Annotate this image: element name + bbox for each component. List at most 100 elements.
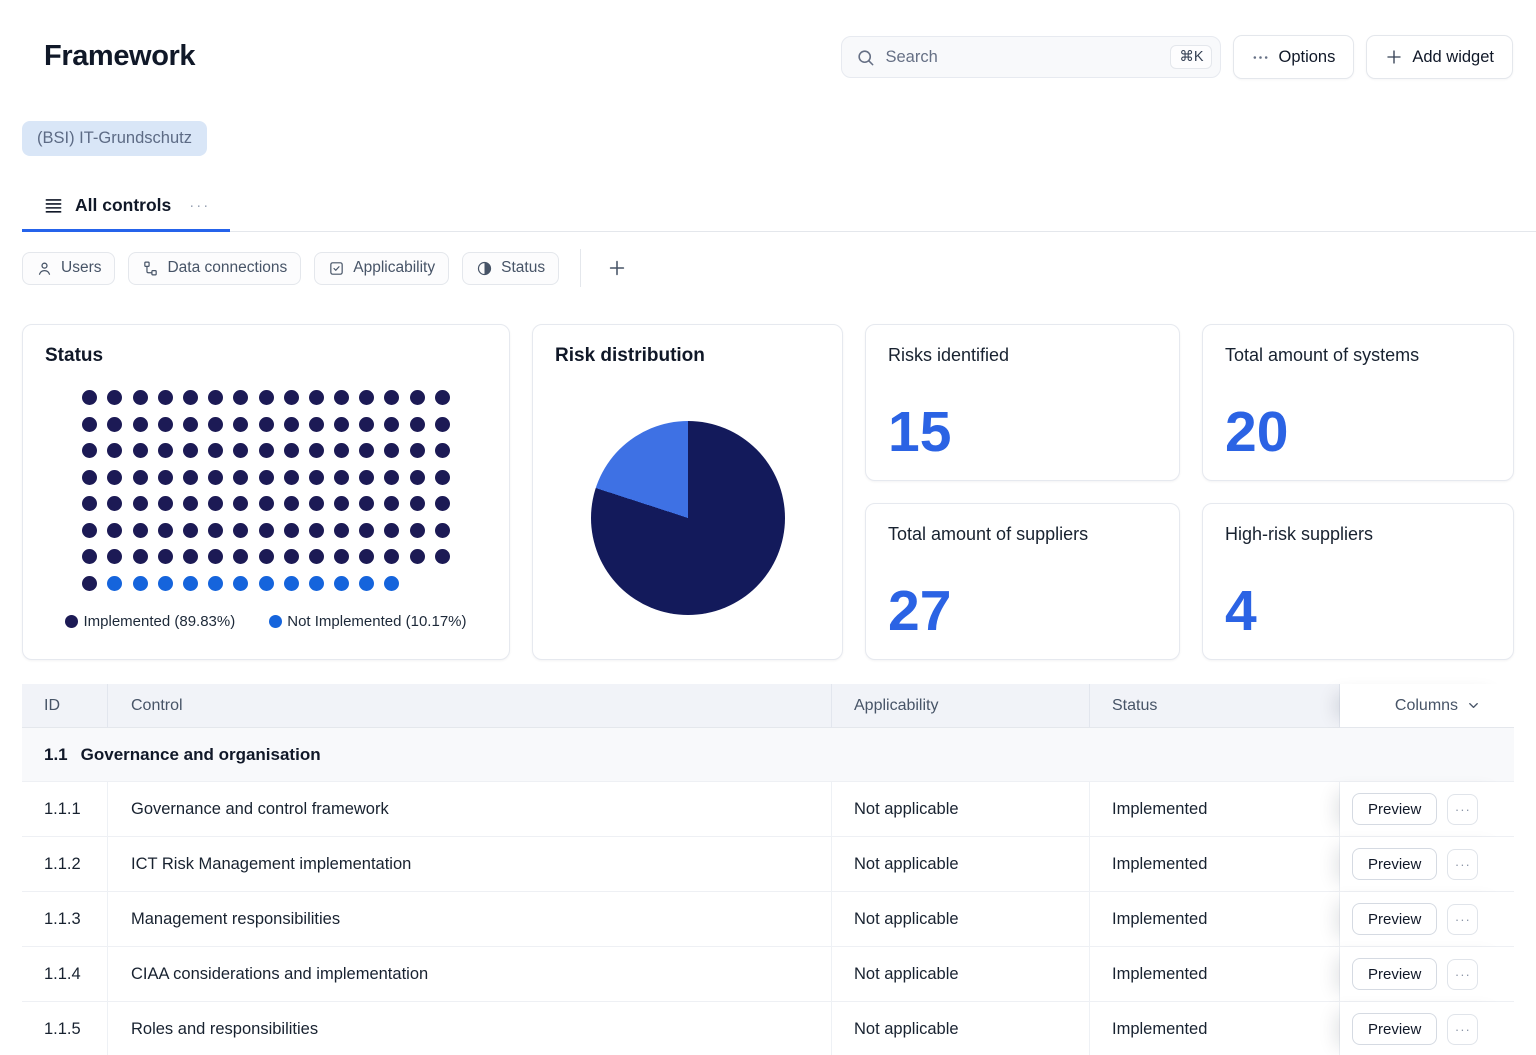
row-menu-button[interactable]: ··· xyxy=(1447,903,1479,935)
ellipsis-icon: ··· xyxy=(1454,911,1471,927)
search-box[interactable]: ⌘K xyxy=(841,36,1222,78)
tab-options-icon[interactable]: ··· xyxy=(189,197,210,214)
kpi-value: 4 xyxy=(1225,579,1257,643)
status-dot-implemented xyxy=(434,390,450,405)
status-dot-not-implemented xyxy=(308,575,324,591)
status-dot-implemented xyxy=(82,496,98,511)
filter-data-connections[interactable]: Data connections xyxy=(128,251,302,285)
status-dot-implemented xyxy=(334,549,350,564)
status-dot-implemented xyxy=(434,522,450,538)
column-header-status[interactable]: Status xyxy=(1090,684,1340,728)
status-dot-implemented xyxy=(157,522,173,538)
options-button[interactable]: Options xyxy=(1233,35,1355,79)
status-dot-implemented xyxy=(233,549,249,564)
row-id[interactable]: 1.1.3 xyxy=(22,892,108,947)
row-status[interactable]: Implemented xyxy=(1090,1002,1340,1055)
add-filter-button[interactable] xyxy=(602,253,632,283)
row-status[interactable]: Implemented xyxy=(1090,837,1340,892)
kpi-card-total-amount-of-systems: Total amount of systems 20 xyxy=(1202,324,1514,481)
status-dot-implemented xyxy=(208,522,224,538)
column-header-id[interactable]: ID xyxy=(22,684,108,728)
status-dot-implemented xyxy=(182,496,198,511)
status-dot-implemented xyxy=(434,496,450,511)
row-actions: Preview ··· xyxy=(1340,782,1514,837)
row-id[interactable]: 1.1.4 xyxy=(22,947,108,1002)
status-dot-implemented xyxy=(132,390,148,405)
search-input[interactable] xyxy=(885,47,1161,67)
row-id[interactable]: 1.1.1 xyxy=(22,782,108,837)
kpi-value: 27 xyxy=(888,579,952,643)
column-header-applicability[interactable]: Applicability xyxy=(832,684,1090,728)
filter-applicability[interactable]: Applicability xyxy=(314,251,450,285)
status-dot-not-implemented xyxy=(384,575,400,591)
row-status[interactable]: Implemented xyxy=(1090,892,1340,947)
preview-button[interactable]: Preview xyxy=(1352,1013,1438,1045)
row-id[interactable]: 1.1.2 xyxy=(22,837,108,892)
preview-button[interactable]: Preview xyxy=(1352,793,1438,825)
framework-chip[interactable]: (BSI) IT-Grundschutz xyxy=(22,121,207,156)
status-dot-implemented xyxy=(434,443,450,458)
row-control[interactable]: Management responsibilities xyxy=(108,892,832,947)
status-dot-implemented xyxy=(258,496,274,511)
row-menu-button[interactable]: ··· xyxy=(1447,848,1479,880)
preview-button[interactable]: Preview xyxy=(1352,903,1438,935)
status-dot-implemented xyxy=(132,522,148,538)
status-dot-implemented xyxy=(334,416,350,432)
status-dot-not-implemented xyxy=(182,575,198,591)
row-control[interactable]: Roles and responsibilities xyxy=(108,1002,832,1055)
options-label: Options xyxy=(1278,47,1336,66)
row-id[interactable]: 1.1.5 xyxy=(22,1002,108,1055)
kpi-value: 20 xyxy=(1225,400,1289,464)
status-dot-implemented xyxy=(334,443,350,458)
row-menu-button[interactable]: ··· xyxy=(1447,793,1479,825)
legend-dot-icon xyxy=(269,614,283,628)
preview-button[interactable]: Preview xyxy=(1352,958,1438,990)
status-dot-implemented xyxy=(82,443,98,458)
status-dot-implemented xyxy=(258,549,274,564)
preview-button[interactable]: Preview xyxy=(1352,848,1438,880)
status-dot-implemented xyxy=(82,549,98,564)
status-dot-implemented xyxy=(384,549,400,564)
status-dot-implemented xyxy=(409,469,425,485)
row-applicability[interactable]: Not applicable xyxy=(832,837,1090,892)
row-control[interactable]: CIAA considerations and implementation xyxy=(108,947,832,1002)
column-header-control[interactable]: Control xyxy=(108,684,832,728)
row-menu-button[interactable]: ··· xyxy=(1447,1013,1479,1045)
status-dot-implemented xyxy=(308,390,324,405)
status-dot-implemented xyxy=(132,469,148,485)
status-dot-implemented xyxy=(359,549,375,564)
status-dot-implemented xyxy=(384,443,400,458)
status-dot-implemented xyxy=(308,416,324,432)
status-dot-implemented xyxy=(384,469,400,485)
status-dot-implemented xyxy=(132,496,148,511)
row-control[interactable]: ICT Risk Management implementation xyxy=(108,837,832,892)
status-dot-implemented xyxy=(308,496,324,511)
status-dot-not-implemented xyxy=(334,575,350,591)
row-control[interactable]: Governance and control framework xyxy=(108,782,832,837)
row-applicability[interactable]: Not applicable xyxy=(832,1002,1090,1055)
filter-label: Status xyxy=(501,259,546,276)
kpi-label: Risks identified xyxy=(888,345,1010,365)
row-menu-button[interactable]: ··· xyxy=(1447,958,1479,990)
row-status[interactable]: Implemented xyxy=(1090,947,1340,1002)
row-applicability[interactable]: Not applicable xyxy=(832,782,1090,837)
row-status[interactable]: Implemented xyxy=(1090,782,1340,837)
status-legend: Implemented (89.83%) Not Implemented (10.… xyxy=(45,613,487,630)
status-dot-implemented xyxy=(82,416,98,432)
columns-menu-button[interactable]: Columns xyxy=(1340,684,1514,728)
status-dot-implemented xyxy=(359,390,375,405)
group-row[interactable]: 1.1 Governance and organisation xyxy=(22,728,1514,782)
filter-users[interactable]: Users xyxy=(22,251,116,285)
status-dot-implemented xyxy=(182,390,198,405)
status-dot-implemented xyxy=(359,469,375,485)
status-dot-implemented xyxy=(359,416,375,432)
chevron-down-icon xyxy=(1466,698,1481,713)
add-widget-button[interactable]: Add widget xyxy=(1366,35,1513,79)
row-applicability[interactable]: Not applicable xyxy=(832,892,1090,947)
tab-all-controls[interactable]: All controls ··· xyxy=(22,189,231,232)
status-dot-implemented xyxy=(409,496,425,511)
row-applicability[interactable]: Not applicable xyxy=(832,947,1090,1002)
status-dot-implemented xyxy=(409,522,425,538)
filter-status[interactable]: Status xyxy=(462,251,560,285)
status-dot-implemented xyxy=(434,549,450,564)
